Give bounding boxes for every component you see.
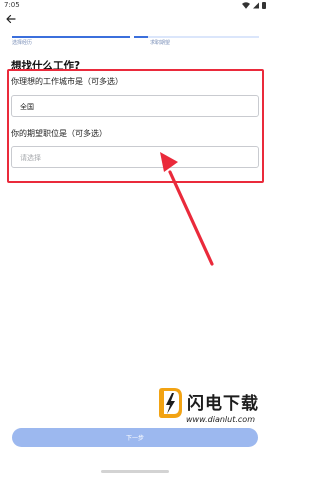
- wifi-icon: [242, 1, 250, 9]
- watermark-name: 闪电下载: [187, 394, 259, 414]
- status-icons: [242, 1, 266, 9]
- progress-segment-2: [134, 36, 148, 38]
- annotation-arrow-icon: [160, 152, 214, 266]
- city-field[interactable]: 全国: [11, 95, 259, 117]
- battery-icon: [262, 1, 266, 9]
- progress-steps: 选择经历 求职期望: [12, 36, 259, 48]
- back-button[interactable]: [4, 12, 18, 26]
- status-time: 7:05: [4, 1, 20, 9]
- screen: 7:05 选择经历 求职期望 想找什么工作? 你理想的工作城市是（可多选） 全国…: [0, 0, 270, 480]
- next-button[interactable]: 下一步: [12, 428, 258, 447]
- progress-segment-3: [148, 36, 259, 38]
- progress-track: [12, 36, 259, 38]
- back-arrow-icon: [6, 14, 16, 24]
- position-label: 你的期望职位是（可多选）: [11, 129, 107, 138]
- lightning-logo-icon: [159, 388, 182, 418]
- gesture-bar[interactable]: [101, 470, 169, 473]
- step-1-label: 选择经历: [12, 40, 33, 46]
- progress-segment-1: [12, 36, 130, 38]
- city-label: 你理想的工作城市是（可多选）: [11, 77, 123, 86]
- status-bar: 7:05: [0, 0, 270, 10]
- position-placeholder: 请选择: [20, 154, 41, 162]
- watermark: 闪电下载 www.dianlut.com: [156, 383, 266, 433]
- watermark-url: www.dianlut.com: [186, 415, 255, 424]
- city-value: 全国: [20, 103, 34, 111]
- signal-icon: [253, 2, 259, 8]
- step-2-label: 求职期望: [150, 40, 171, 46]
